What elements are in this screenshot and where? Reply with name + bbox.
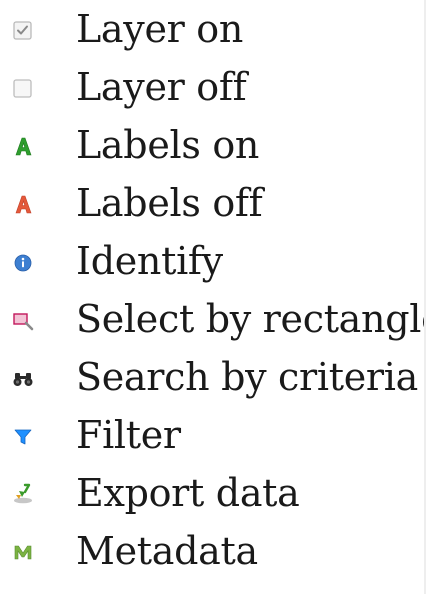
legend-label: Labels on — [76, 123, 260, 167]
checkbox-unchecked-icon — [10, 74, 36, 100]
legend-item-metadata: Metadata — [0, 522, 426, 580]
binoculars-icon — [10, 364, 36, 390]
legend-item-search-by-criteria: Search by criteria — [0, 348, 426, 406]
legend-item-identify: Identify — [0, 232, 426, 290]
legend-item-layer-on: Layer on — [0, 0, 426, 58]
legend-label: Labels off — [76, 181, 263, 225]
legend-label: Layer off — [76, 65, 247, 109]
filter-icon — [10, 422, 36, 448]
legend-item-labels-off: Labels off — [0, 174, 426, 232]
legend-item-labels-on: Labels on — [0, 116, 426, 174]
legend-item-layer-off: Layer off — [0, 58, 426, 116]
legend-label: Search by criteria — [76, 355, 418, 399]
legend-item-select-by-rectangle: Select by rectangle — [0, 290, 426, 348]
legend-item-export-data: Export data — [0, 464, 426, 522]
checkbox-checked-icon — [10, 16, 36, 42]
legend-label: Identify — [76, 239, 223, 283]
metadata-icon — [10, 538, 36, 564]
labels-off-icon — [10, 190, 36, 216]
legend-item-filter: Filter — [0, 406, 426, 464]
select-rectangle-icon — [10, 306, 36, 332]
labels-on-icon — [10, 132, 36, 158]
legend-panel: Layer on Layer off Labels on Labels off — [0, 0, 426, 594]
info-icon — [10, 248, 36, 274]
legend-label: Filter — [76, 413, 181, 457]
legend-label: Export data — [76, 471, 300, 515]
legend-label: Metadata — [76, 529, 258, 573]
legend-label: Layer on — [76, 7, 244, 51]
export-icon — [10, 480, 36, 506]
legend-label: Select by rectangle — [76, 297, 426, 341]
